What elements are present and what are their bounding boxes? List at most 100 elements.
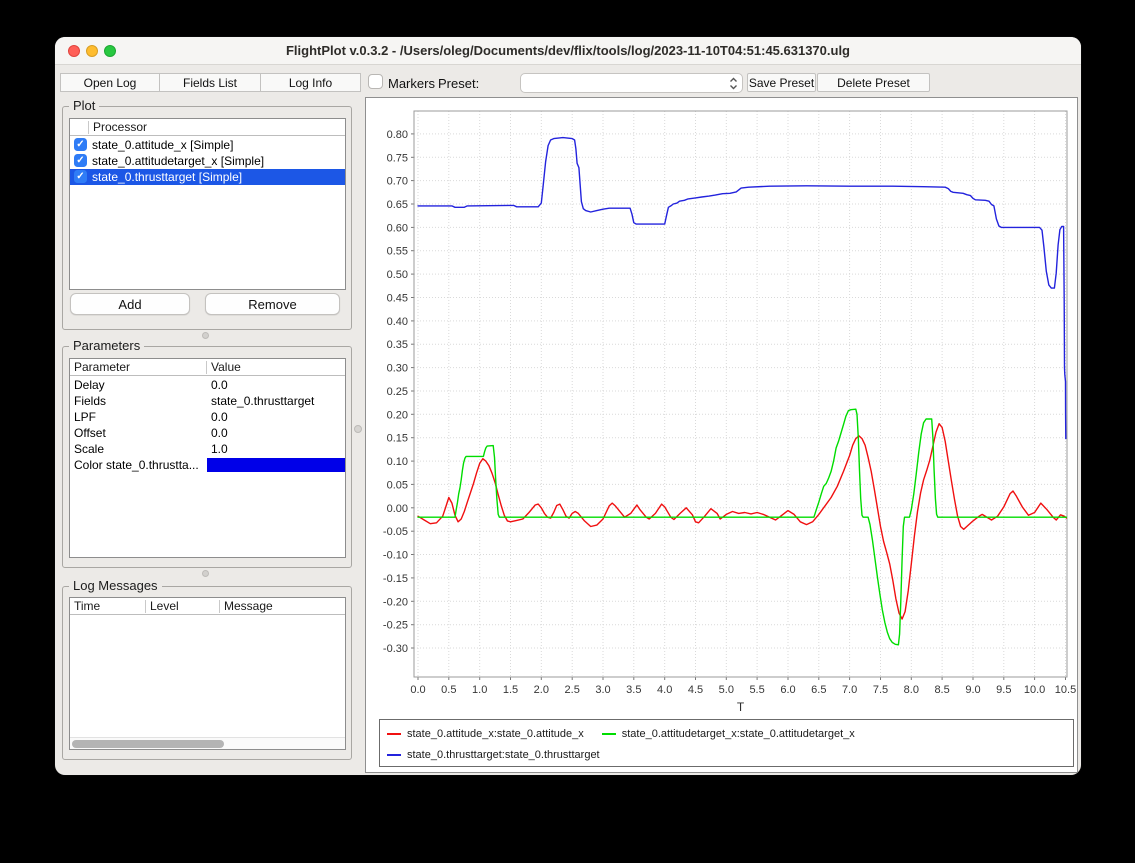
message-column-header: Message	[220, 599, 273, 613]
log-info-button[interactable]: Log Info	[260, 73, 361, 92]
svg-text:0.00: 0.00	[387, 503, 408, 515]
parameter-value[interactable]: 1.0	[211, 442, 228, 456]
splitter-handle-icon[interactable]	[202, 332, 209, 339]
scrollbar-thumb[interactable]	[72, 740, 224, 748]
markers-label: Markers	[388, 76, 435, 91]
chart-legend: state_0.attitude_x:state_0.attitude_x st…	[379, 719, 1074, 767]
svg-text:5.5: 5.5	[749, 684, 764, 696]
processor-column-header: Processor	[89, 120, 147, 134]
value-column-header: Value	[207, 360, 241, 374]
svg-text:2.5: 2.5	[565, 684, 580, 696]
svg-text:-0.05: -0.05	[383, 526, 408, 538]
svg-text:0.60: 0.60	[387, 222, 408, 234]
svg-text:-0.30: -0.30	[383, 643, 408, 655]
parameter-name: Offset	[74, 426, 106, 440]
checked-checkbox-icon[interactable]: ✓	[74, 138, 87, 151]
level-column-header: Level	[146, 599, 179, 613]
markers-checkbox[interactable]	[368, 74, 383, 89]
svg-text:0.05: 0.05	[387, 479, 408, 491]
splitter-handle-icon[interactable]	[202, 570, 209, 577]
processors-table: Processor ✓ state_0.attitude_x [Simple] …	[69, 118, 346, 290]
svg-text:10.0: 10.0	[1024, 684, 1045, 696]
svg-text:0.0: 0.0	[410, 684, 425, 696]
red-line-legend-icon	[387, 733, 401, 735]
parameter-row-offset[interactable]: Offset 0.0	[70, 425, 345, 441]
split-pane-divider-handle[interactable]	[354, 425, 362, 433]
parameter-row-color[interactable]: Color state_0.thrustta...	[70, 457, 345, 473]
svg-text:0.25: 0.25	[387, 386, 408, 398]
processor-row-label: state_0.thrusttarget [Simple]	[92, 170, 242, 184]
log-messages-table: Time Level Message	[69, 597, 346, 750]
svg-text:1.0: 1.0	[472, 684, 487, 696]
checked-checkbox-icon[interactable]: ✓	[74, 170, 87, 183]
horizontal-scrollbar[interactable]	[70, 737, 345, 749]
processor-row-attitude-x[interactable]: ✓ state_0.attitude_x [Simple]	[70, 137, 345, 153]
fields-list-button[interactable]: Fields List	[159, 73, 261, 92]
parameter-value[interactable]: 0.0	[211, 410, 228, 424]
svg-text:0.65: 0.65	[387, 199, 408, 211]
green-line-legend-icon	[602, 733, 616, 735]
chart-canvas[interactable]: 0.00.51.01.52.02.53.03.54.04.55.05.56.06…	[366, 98, 1077, 716]
remove-button[interactable]: Remove	[205, 293, 340, 315]
color-swatch[interactable]	[207, 458, 345, 472]
svg-text:-0.20: -0.20	[383, 596, 408, 608]
minimize-window-button[interactable]	[86, 45, 98, 57]
zoom-window-button[interactable]	[104, 45, 116, 57]
svg-text:1.5: 1.5	[503, 684, 518, 696]
parameter-row-lpf[interactable]: LPF 0.0	[70, 409, 345, 425]
svg-text:-0.25: -0.25	[383, 620, 408, 632]
open-log-button[interactable]: Open Log	[60, 73, 160, 92]
parameter-value[interactable]: state_0.thrusttarget	[211, 394, 314, 408]
svg-text:0.40: 0.40	[387, 316, 408, 328]
svg-text:7.0: 7.0	[842, 684, 857, 696]
parameter-row-scale[interactable]: Scale 1.0	[70, 441, 345, 457]
parameter-value[interactable]: 0.0	[211, 426, 228, 440]
log-messages-group-title: Log Messages	[69, 578, 162, 593]
svg-text:8.0: 8.0	[904, 684, 919, 696]
save-preset-button[interactable]: Save Preset	[747, 73, 816, 92]
svg-text:10.5: 10.5	[1055, 684, 1076, 696]
delete-preset-button[interactable]: Delete Preset	[817, 73, 930, 92]
svg-text:-0.15: -0.15	[383, 573, 408, 585]
close-window-button[interactable]	[68, 45, 80, 57]
processors-table-header: Processor	[70, 119, 345, 136]
blue-line-legend-icon	[387, 754, 401, 756]
parameter-name: Color state_0.thrustta...	[74, 458, 199, 472]
legend-label: state_0.thrusttarget:state_0.thrusttarge…	[407, 749, 600, 761]
parameter-row-delay[interactable]: Delay 0.0	[70, 377, 345, 393]
add-button[interactable]: Add	[70, 293, 190, 315]
svg-text:0.20: 0.20	[387, 409, 408, 421]
legend-entry: state_0.attitudetarget_x:state_0.attitud…	[602, 728, 855, 740]
svg-text:0.50: 0.50	[387, 269, 408, 281]
preset-combobox[interactable]	[520, 73, 743, 93]
legend-label: state_0.attitude_x:state_0.attitude_x	[407, 728, 584, 740]
processor-row-label: state_0.attitude_x [Simple]	[92, 138, 233, 152]
parameters-table: Parameter Value Delay 0.0 Fields state_0…	[69, 358, 346, 558]
flightplot-window: FlightPlot v.0.3.2 - /Users/oleg/Documen…	[55, 37, 1081, 775]
parameter-row-fields[interactable]: Fields state_0.thrusttarget	[70, 393, 345, 409]
time-column-header: Time	[70, 599, 100, 613]
parameter-name: Delay	[74, 378, 105, 392]
legend-label: state_0.attitudetarget_x:state_0.attitud…	[622, 728, 855, 740]
svg-text:0.55: 0.55	[387, 246, 408, 258]
title-bar: FlightPlot v.0.3.2 - /Users/oleg/Documen…	[55, 37, 1081, 65]
svg-text:3.0: 3.0	[595, 684, 610, 696]
svg-text:4.5: 4.5	[688, 684, 703, 696]
processor-row-thrusttarget[interactable]: ✓ state_0.thrusttarget [Simple]	[70, 169, 345, 185]
svg-text:0.70: 0.70	[387, 176, 408, 188]
svg-text:3.5: 3.5	[626, 684, 641, 696]
parameter-value[interactable]: 0.0	[211, 378, 228, 392]
svg-text:9.5: 9.5	[996, 684, 1011, 696]
processor-row-attitudetarget-x[interactable]: ✓ state_0.attitudetarget_x [Simple]	[70, 153, 345, 169]
checked-checkbox-icon[interactable]: ✓	[74, 154, 87, 167]
svg-text:0.35: 0.35	[387, 339, 408, 351]
legend-entry: state_0.attitude_x:state_0.attitude_x	[387, 728, 584, 740]
svg-text:0.5: 0.5	[441, 684, 456, 696]
svg-text:5.0: 5.0	[719, 684, 734, 696]
svg-text:0.30: 0.30	[387, 363, 408, 375]
svg-text:0.75: 0.75	[387, 152, 408, 164]
window-title: FlightPlot v.0.3.2 - /Users/oleg/Documen…	[286, 43, 850, 58]
combo-stepper-icon[interactable]	[729, 77, 738, 95]
parameter-name: Fields	[74, 394, 106, 408]
legend-entry: state_0.thrusttarget:state_0.thrusttarge…	[387, 749, 600, 761]
